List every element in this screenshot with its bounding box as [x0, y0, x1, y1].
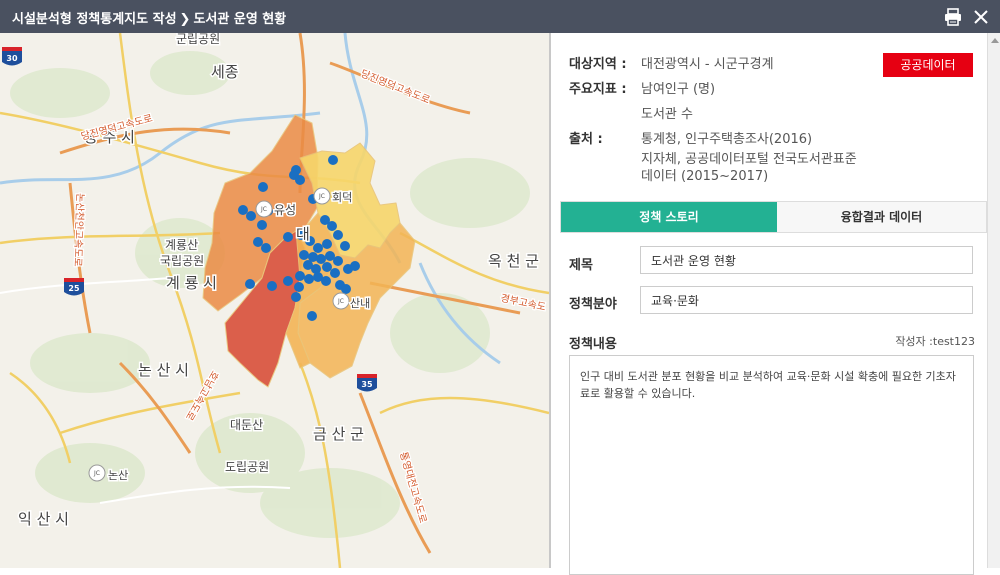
map-label-yuseong: 유성: [274, 203, 296, 217]
indicator-value-2: 도서관 수: [641, 107, 693, 122]
map-label-daedunsan-1: 대둔산: [230, 418, 263, 432]
breadcrumb: 시설분석형 정책통계지도 작성 ❯ 도서관 운영 현황: [12, 8, 286, 27]
map-label-daedunsan-2: 도립공원: [225, 460, 269, 474]
svg-text:JC: JC: [93, 470, 100, 477]
map-label-sannae: 산내: [350, 297, 370, 310]
region-value: 대전광역시 - 시군구경계: [641, 57, 774, 72]
title-label: 제목: [569, 258, 593, 273]
breadcrumb-separator-icon: ❯: [179, 12, 191, 27]
svg-text:JC: JC: [260, 206, 267, 213]
map-label-sejong: 세종: [211, 63, 239, 81]
policy-field-label: 정책분야: [569, 297, 617, 312]
map-view[interactable]: 30 25 35 JC JC JC JC 세종 군립공원 공 주 시 계룡산 국…: [0, 33, 549, 568]
scroll-up-icon[interactable]: [991, 38, 999, 43]
close-icon[interactable]: [970, 6, 992, 28]
map-label-gyeryong-park-1: 계룡산: [165, 238, 198, 252]
title-field[interactable]: 도서관 운영 현황: [640, 246, 973, 274]
map-label-gunrip: 군립공원: [176, 33, 220, 46]
region-label: 대상지역 :: [569, 57, 627, 72]
breadcrumb-parent: 시설분석형 정책통계지도 작성: [12, 12, 177, 27]
map-label-gyeryong: 계 룡 시: [166, 274, 217, 292]
author-text: 작성자 :test123: [895, 335, 975, 348]
source-value-1: 통계청, 인구주택총조사(2016): [641, 132, 813, 147]
print-icon[interactable]: [942, 6, 964, 28]
tab-fusion-data[interactable]: 융합결과 데이터: [777, 202, 986, 232]
map-canvas[interactable]: 30 25 35 JCJCJCJC 세종 군립공원 공 주 시 계룡산 국립공원…: [0, 33, 549, 568]
svg-text:JC: JC: [337, 298, 344, 305]
route-shield-icon-25: 25: [64, 278, 84, 296]
content-label: 정책내용: [569, 337, 617, 352]
source-value-3: 데이터 (2015~2017): [641, 169, 769, 184]
map-label-hoedeok: 회덕: [332, 191, 352, 204]
map-label-dae: 대: [296, 225, 310, 243]
map-label-iksan: 익 산 시: [18, 510, 69, 528]
map-label-geumsan: 금 산 군: [313, 425, 364, 443]
title-bar: 시설분석형 정책통계지도 작성 ❯ 도서관 운영 현황: [0, 0, 1000, 33]
indicator-label: 주요지표 :: [569, 82, 627, 97]
route-shield-icon-35: 35: [357, 374, 377, 392]
route-shield-icon-30: 30: [2, 47, 22, 66]
public-data-button[interactable]: 공공데이터: [883, 53, 973, 77]
route-25-label: 25: [68, 284, 80, 293]
route-35-label: 35: [361, 380, 373, 389]
map-label-nonsan-jc: 논산: [108, 469, 128, 482]
map-label-nonsan: 논 산 시: [138, 361, 189, 379]
source-label: 출처 :: [569, 132, 603, 147]
breadcrumb-current: 도서관 운영 현황: [193, 12, 287, 27]
scrollbar[interactable]: [987, 33, 1000, 568]
panel-tabs: 정책 스토리 융합결과 데이터: [560, 201, 987, 233]
map-label-gyeryong-park-2: 국립공원: [160, 254, 204, 268]
policy-field-input[interactable]: 교육·문화: [640, 286, 973, 314]
policy-panel: 대상지역 : 대전광역시 - 시군구경계 주요지표 : 남여인구 (명) 도서관…: [551, 33, 987, 575]
svg-text:JC: JC: [318, 193, 325, 200]
map-label-okcheon: 옥 천 군: [488, 252, 539, 270]
content-textarea[interactable]: 인구 대비 도서관 분포 현황을 비교 분석하여 교육·문화 시설 확충에 필요…: [569, 355, 974, 575]
tab-policy-story[interactable]: 정책 스토리: [561, 202, 777, 232]
route-30-label: 30: [6, 54, 18, 63]
indicator-value-1: 남여인구 (명): [641, 82, 716, 97]
